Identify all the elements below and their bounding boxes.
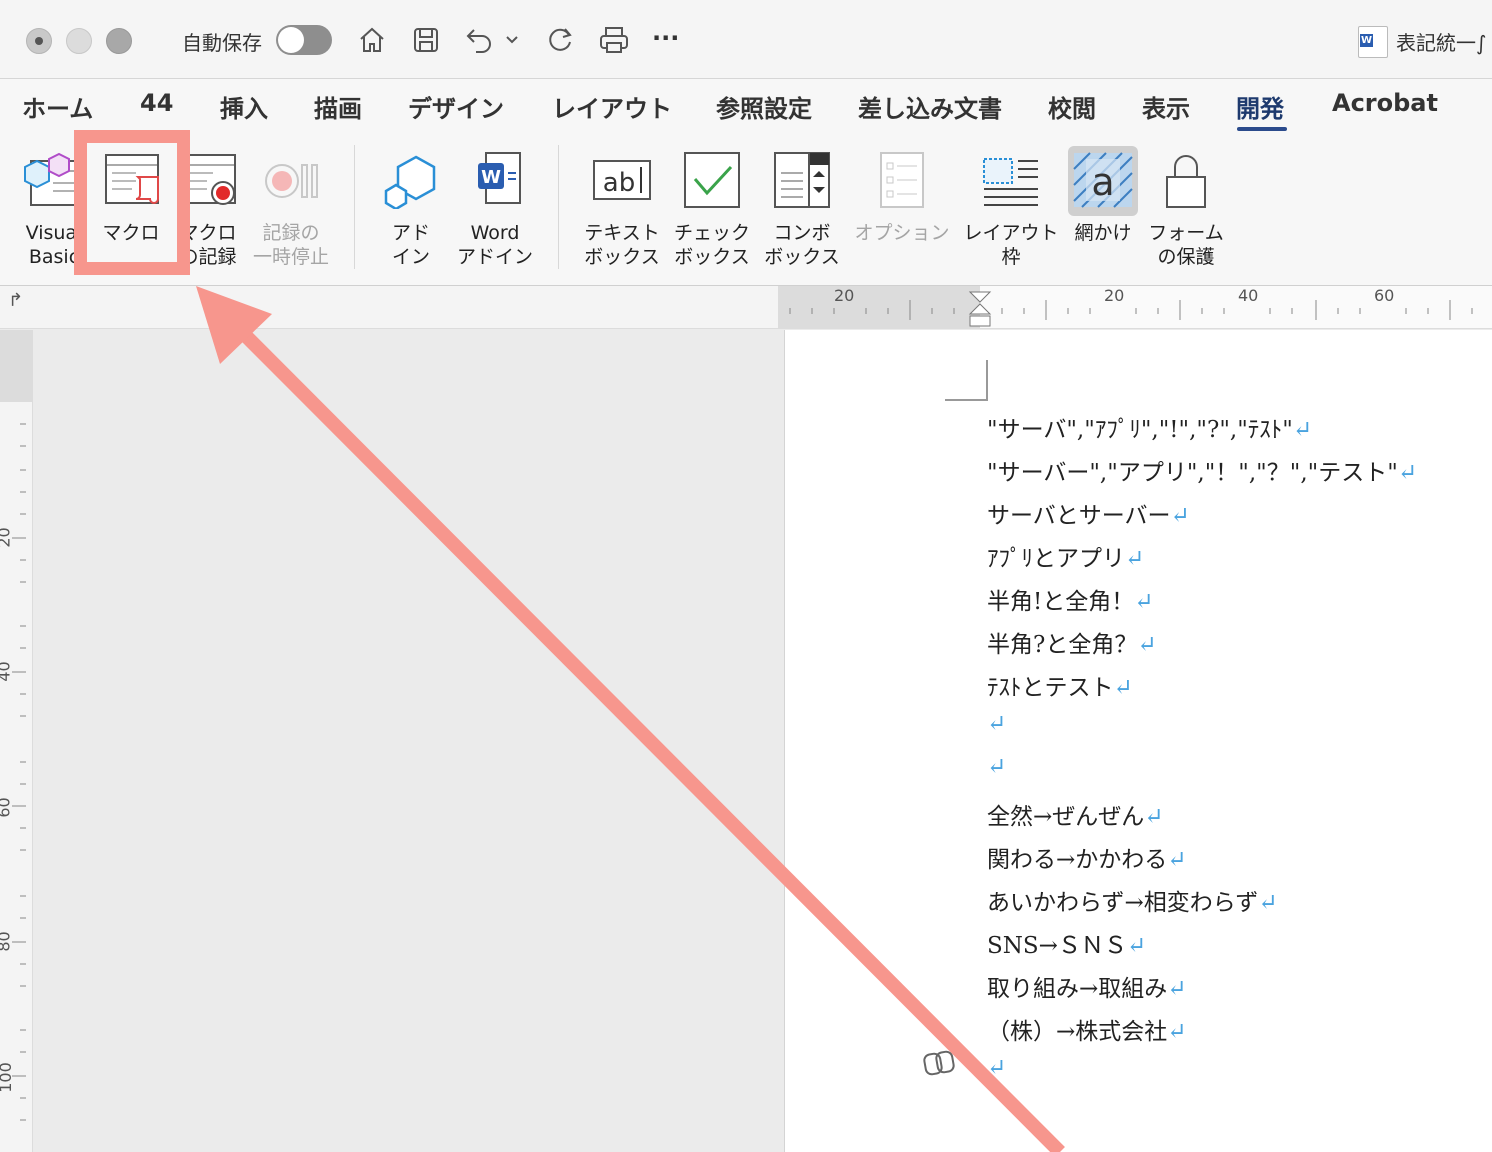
annotation-highlight-box (74, 130, 190, 275)
document-line[interactable]: ↵ (987, 754, 1006, 780)
protect-form-button[interactable]: フォーム の保護 (1144, 143, 1228, 273)
ruler-v-ticks (12, 423, 26, 1121)
more-options-icon[interactable]: ··· (652, 24, 679, 52)
tab-insert[interactable]: 挿入 (220, 89, 268, 124)
document-line[interactable]: ﾃｽﾄとテスト↵ (987, 668, 1133, 702)
ribbon: ホーム 44 挿入 描画 デザイン レイアウト 参照設定 差し込み文書 校閲 表… (0, 79, 1492, 286)
ribbon-separator (354, 145, 355, 269)
document-title: 表記統一∫ (1396, 31, 1487, 55)
combo-box-button[interactable]: コンボ ボックス (762, 143, 842, 273)
document-line[interactable]: SNS→ＳＮＳ↵ (987, 926, 1146, 960)
tab-references[interactable]: 参照設定 (716, 89, 812, 124)
tab-mailings[interactable]: 差し込み文書 (858, 89, 1002, 124)
autosave-label: 自動保存 (182, 31, 262, 55)
ruler-h-label: 40 (1238, 286, 1259, 305)
vertical-ruler[interactable]: 20 40 60 80 100 (0, 330, 33, 1152)
combo-box-label: コンボ ボックス (764, 222, 840, 268)
ruler-h-label: 20 (1104, 286, 1125, 305)
pause-recording-button[interactable]: 記録の 一時停止 (250, 143, 332, 273)
tab-draw[interactable]: 描画 (314, 89, 362, 124)
addins-label: アド イン (391, 222, 430, 268)
document-page[interactable]: "サーバ","ｱﾌﾟﾘ","!","?","ﾃｽﾄ"↵ "サーバー","アプリ"… (784, 330, 1492, 1152)
protect-form-label: フォーム の保護 (1148, 222, 1224, 268)
horizontal-ruler[interactable]: ↱ 20 20 40 60 (0, 286, 1492, 329)
document-line[interactable]: あいかわらず→相変わらず↵ (987, 883, 1278, 917)
options-button[interactable]: オプション (852, 143, 952, 273)
svg-text:a: a (1091, 160, 1114, 204)
addins-button[interactable]: アド イン (378, 143, 444, 273)
ruler-v-label: 20 (0, 527, 14, 548)
document-line[interactable]: ｱﾌﾟﾘとアプリ↵ (987, 539, 1144, 573)
options-icon (871, 151, 933, 213)
document-line[interactable]: ↵ (987, 711, 1006, 737)
text-box-button[interactable]: ab テキスト ボックス (580, 143, 664, 273)
ruler-v-label: 80 (0, 931, 14, 952)
zoom-window-button[interactable] (106, 28, 132, 54)
lock-icon (1155, 151, 1217, 213)
ruler-v-label: 60 (0, 797, 14, 818)
layout-frame-icon (980, 151, 1042, 213)
ruler-v-label: 40 (0, 661, 14, 682)
close-window-button[interactable] (26, 28, 52, 54)
shading-button[interactable]: a 網かけ (1066, 143, 1140, 273)
document-line[interactable]: ↵ (987, 1055, 1006, 1081)
document-line[interactable]: 取り組み→取組み↵ (987, 969, 1187, 1003)
word-addins-label: Word アドイン (456, 222, 533, 268)
document-line[interactable]: （株）→株式会社↵ (987, 1012, 1187, 1046)
options-label: オプション (854, 222, 950, 244)
tab-developer[interactable]: 開発 (1236, 89, 1284, 124)
tab-44[interactable]: 44 (140, 89, 173, 117)
tab-acrobat[interactable]: Acrobat (1332, 89, 1438, 117)
ruler-v-label: 100 (0, 1062, 15, 1093)
minimize-window-button[interactable] (66, 28, 92, 54)
tab-home[interactable]: ホーム (22, 89, 93, 124)
check-box-icon (681, 151, 743, 213)
text-box-icon: ab (591, 151, 653, 213)
document-line[interactable]: "サーバー","アプリ","！","？","テスト"↵ (987, 453, 1417, 487)
shading-icon: a (1072, 151, 1134, 213)
document-line[interactable]: 全然→ぜんぜん↵ (987, 797, 1164, 831)
tab-view[interactable]: 表示 (1142, 89, 1190, 124)
document-line[interactable]: サーバとサーバー↵ (987, 496, 1190, 530)
document-line[interactable]: 半角?と全角？↵ (987, 625, 1157, 659)
text-box-label: テキスト ボックス (584, 222, 660, 268)
svg-text:ab: ab (603, 168, 635, 198)
document-line[interactable]: 関わる→かかわる↵ (987, 840, 1187, 874)
ruler-ticks (789, 291, 1473, 327)
ruler-h-label: 60 (1374, 286, 1395, 305)
layout-frame-button[interactable]: レイアウト 枠 (962, 143, 1060, 273)
save-icon[interactable] (406, 20, 446, 60)
margin-corner-mark (945, 360, 988, 401)
pause-recording-label: 記録の 一時停止 (252, 222, 329, 268)
copilot-icon[interactable] (921, 1046, 957, 1082)
check-box-label: チェック ボックス (673, 222, 750, 268)
word-doc-icon: W (1358, 26, 1388, 58)
document-line[interactable]: 半角!と全角！↵ (987, 582, 1154, 616)
combo-box-icon (771, 151, 833, 213)
title-bar: 自動保存 ··· W 表記統一∫ (0, 0, 1492, 79)
word-addins-button[interactable]: W Word アドイン (452, 143, 538, 273)
ruler-h-label: 20 (834, 286, 855, 305)
layout-frame-label: レイアウト 枠 (963, 222, 1059, 268)
word-addins-icon: W (464, 151, 526, 213)
redo-icon[interactable] (540, 20, 580, 60)
tab-design[interactable]: デザイン (408, 89, 504, 124)
autosave-toggle[interactable] (276, 25, 332, 55)
pause-recording-icon (260, 151, 322, 213)
undo-icon[interactable] (460, 20, 500, 60)
undo-dropdown-icon[interactable] (500, 20, 524, 60)
print-icon[interactable] (594, 20, 634, 60)
check-box-button[interactable]: チェック ボックス (670, 143, 754, 273)
document-line[interactable]: "サーバ","ｱﾌﾟﾘ","!","?","ﾃｽﾄ"↵ (987, 410, 1312, 444)
ribbon-separator (558, 145, 559, 269)
shading-label: 網かけ (1074, 222, 1132, 244)
addins-icon (380, 151, 442, 213)
active-tab-indicator (1237, 127, 1287, 131)
svg-text:W: W (481, 167, 501, 188)
home-icon[interactable] (352, 20, 392, 60)
tab-review[interactable]: 校閲 (1048, 89, 1096, 124)
tab-layout[interactable]: レイアウト (552, 89, 672, 124)
